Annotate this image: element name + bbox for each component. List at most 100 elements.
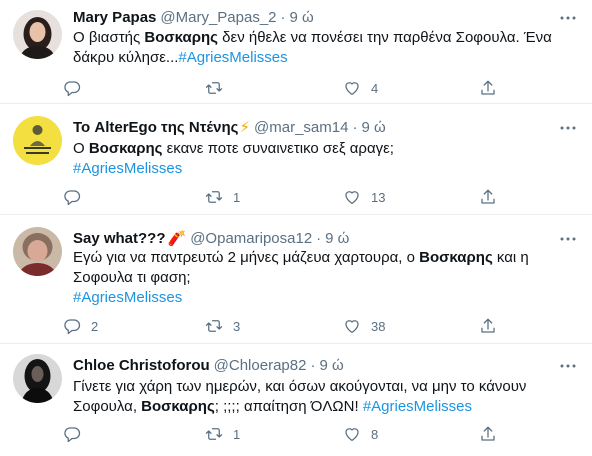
tweet-header: Mary Papas @Mary_Papas_2 · 9 ώ	[73, 7, 314, 27]
display-name[interactable]: Say what???	[73, 230, 166, 247]
retweet-icon	[205, 320, 223, 332]
more-icon	[560, 16, 576, 20]
reply-icon	[64, 190, 81, 206]
tweet[interactable]: Say what??? 🧨 @Opamariposa12 · 9 ώ Εγώ γ…	[0, 215, 592, 344]
tweet-actions: 4	[63, 78, 523, 98]
separator-dot: ·	[280, 8, 286, 26]
like-button[interactable]: 4	[343, 78, 378, 98]
separator-dot: ·	[310, 356, 316, 374]
retweet-icon	[205, 82, 223, 94]
bold-keyword: Βοσκαρης	[88, 140, 163, 157]
reply-icon	[64, 81, 81, 97]
share-button[interactable]	[479, 424, 497, 444]
tweet-text-part: ; ;;;; απαίτηση ΌΛΩΝ!	[214, 398, 363, 415]
tweet-text-part: Ο	[73, 140, 89, 157]
avatar-image	[13, 116, 62, 165]
share-icon	[481, 80, 495, 95]
retweet-count: 1	[233, 426, 241, 442]
tweet-text: Ο Βοσκαρης εκανε ποτε συναινετικο σεξ αρ…	[73, 139, 573, 179]
share-button[interactable]	[479, 78, 497, 98]
reply-button[interactable]	[63, 424, 91, 444]
hashtag-link[interactable]: #AgriesMelisses	[363, 398, 472, 415]
reply-icon	[64, 427, 81, 443]
retweet-icon	[205, 191, 223, 203]
heart-icon	[345, 82, 359, 96]
share-icon	[481, 318, 495, 333]
reply-button[interactable]	[63, 187, 91, 207]
tweet[interactable]: Mary Papas @Mary_Papas_2 · 9 ώ Ο βιαστής…	[0, 0, 592, 104]
retweet-button[interactable]: 1	[205, 424, 240, 444]
retweet-button[interactable]	[205, 78, 233, 98]
retweet-count: 3	[233, 318, 241, 334]
tweet-text-part: Εγώ για να παντρευτώ 2 μήνες μάζευα χαρτ…	[73, 249, 420, 266]
tweet-header: Chloe Christoforou @Chloerap82 · 9 ώ	[73, 355, 344, 375]
username[interactable]: @mar_sam14	[254, 119, 348, 136]
like-count: 8	[371, 426, 379, 442]
avatar-image	[13, 354, 62, 403]
more-options-button[interactable]	[558, 229, 578, 249]
more-icon	[560, 364, 576, 368]
like-count: 4	[371, 80, 379, 96]
retweet-icon	[205, 428, 223, 440]
tweet-feed: Mary Papas @Mary_Papas_2 · 9 ώ Ο βιαστής…	[0, 0, 592, 456]
avatar[interactable]	[13, 10, 62, 59]
retweet-button[interactable]: 3	[205, 316, 240, 336]
tweet-header: Say what??? 🧨 @Opamariposa12 · 9 ώ	[73, 228, 349, 248]
hashtag-link[interactable]: #AgriesMelisses	[73, 289, 182, 306]
tweet-text-part: Ο βιαστής	[73, 29, 145, 46]
share-button[interactable]	[479, 187, 497, 207]
avatar[interactable]	[13, 227, 62, 276]
heart-icon	[345, 191, 359, 205]
separator-dot: ·	[316, 229, 322, 247]
avatar[interactable]	[13, 116, 62, 165]
reply-icon	[64, 319, 81, 335]
timestamp[interactable]: 9 ώ	[361, 119, 385, 136]
tweet-text: Γίνετε για χάρη των ημερών, και όσων ακο…	[73, 377, 573, 417]
more-icon	[560, 126, 576, 130]
avatar-image	[13, 10, 62, 59]
display-name[interactable]: Chloe Christoforou	[73, 357, 210, 374]
more-icon	[560, 237, 576, 241]
timestamp[interactable]: 9 ώ	[325, 230, 349, 247]
display-name[interactable]: Mary Papas	[73, 9, 156, 26]
more-options-button[interactable]	[558, 118, 578, 138]
tweet-actions: 1 8	[63, 424, 523, 444]
timestamp[interactable]: 9 ώ	[319, 357, 343, 374]
username[interactable]: @Chloerap82	[214, 357, 307, 374]
like-button[interactable]: 8	[343, 424, 378, 444]
retweet-button[interactable]: 1	[205, 187, 240, 207]
tweet[interactable]: Chloe Christoforou @Chloerap82 · 9 ώ Γίν…	[0, 344, 592, 456]
more-options-button[interactable]	[558, 8, 578, 28]
reply-button[interactable]: 2	[63, 316, 98, 336]
hashtag-link[interactable]: #AgriesMelisses	[178, 49, 287, 66]
tweet-actions: 1 13	[63, 187, 523, 207]
bold-keyword: Βοσκαρης	[144, 29, 218, 46]
reply-button[interactable]	[63, 78, 91, 98]
username[interactable]: @Mary_Papas_2	[160, 9, 276, 26]
heart-icon	[345, 428, 359, 442]
avatar-image	[13, 227, 62, 276]
tweet-text: Εγώ για να παντρευτώ 2 μήνες μάζευα χαρτ…	[73, 248, 553, 308]
tweet-text-part: εκανε ποτε συναινετικο σεξ αραγε;	[162, 140, 394, 157]
timestamp[interactable]: 9 ώ	[290, 9, 314, 26]
display-name-emoji: ⚡	[239, 119, 251, 136]
reply-count: 2	[91, 318, 99, 334]
like-button[interactable]: 13	[343, 187, 385, 207]
share-button[interactable]	[479, 316, 497, 336]
display-name[interactable]: Το AlterEgo της Ντένης	[73, 119, 238, 136]
tweet-text: Ο βιαστής Βοσκαρης δεν ήθελε να πονέσει …	[73, 28, 573, 68]
tweet[interactable]: Το AlterEgo της Ντένης ⚡ @mar_sam14 · 9 …	[0, 104, 592, 215]
like-button[interactable]: 38	[343, 316, 385, 336]
share-icon	[481, 189, 495, 204]
heart-icon	[345, 320, 359, 334]
hashtag-link[interactable]: #AgriesMelisses	[73, 160, 182, 177]
username[interactable]: @Opamariposa12	[190, 230, 312, 247]
bold-keyword: Βοσκαρης	[141, 398, 215, 415]
retweet-count: 1	[233, 189, 241, 205]
share-icon	[481, 426, 495, 441]
more-options-button[interactable]	[558, 356, 578, 376]
display-name-emoji: 🧨	[167, 230, 187, 247]
bold-keyword: Βοσκαρης	[419, 249, 493, 266]
avatar[interactable]	[13, 354, 62, 403]
tweet-header: Το AlterEgo της Ντένης ⚡ @mar_sam14 · 9 …	[73, 117, 386, 137]
